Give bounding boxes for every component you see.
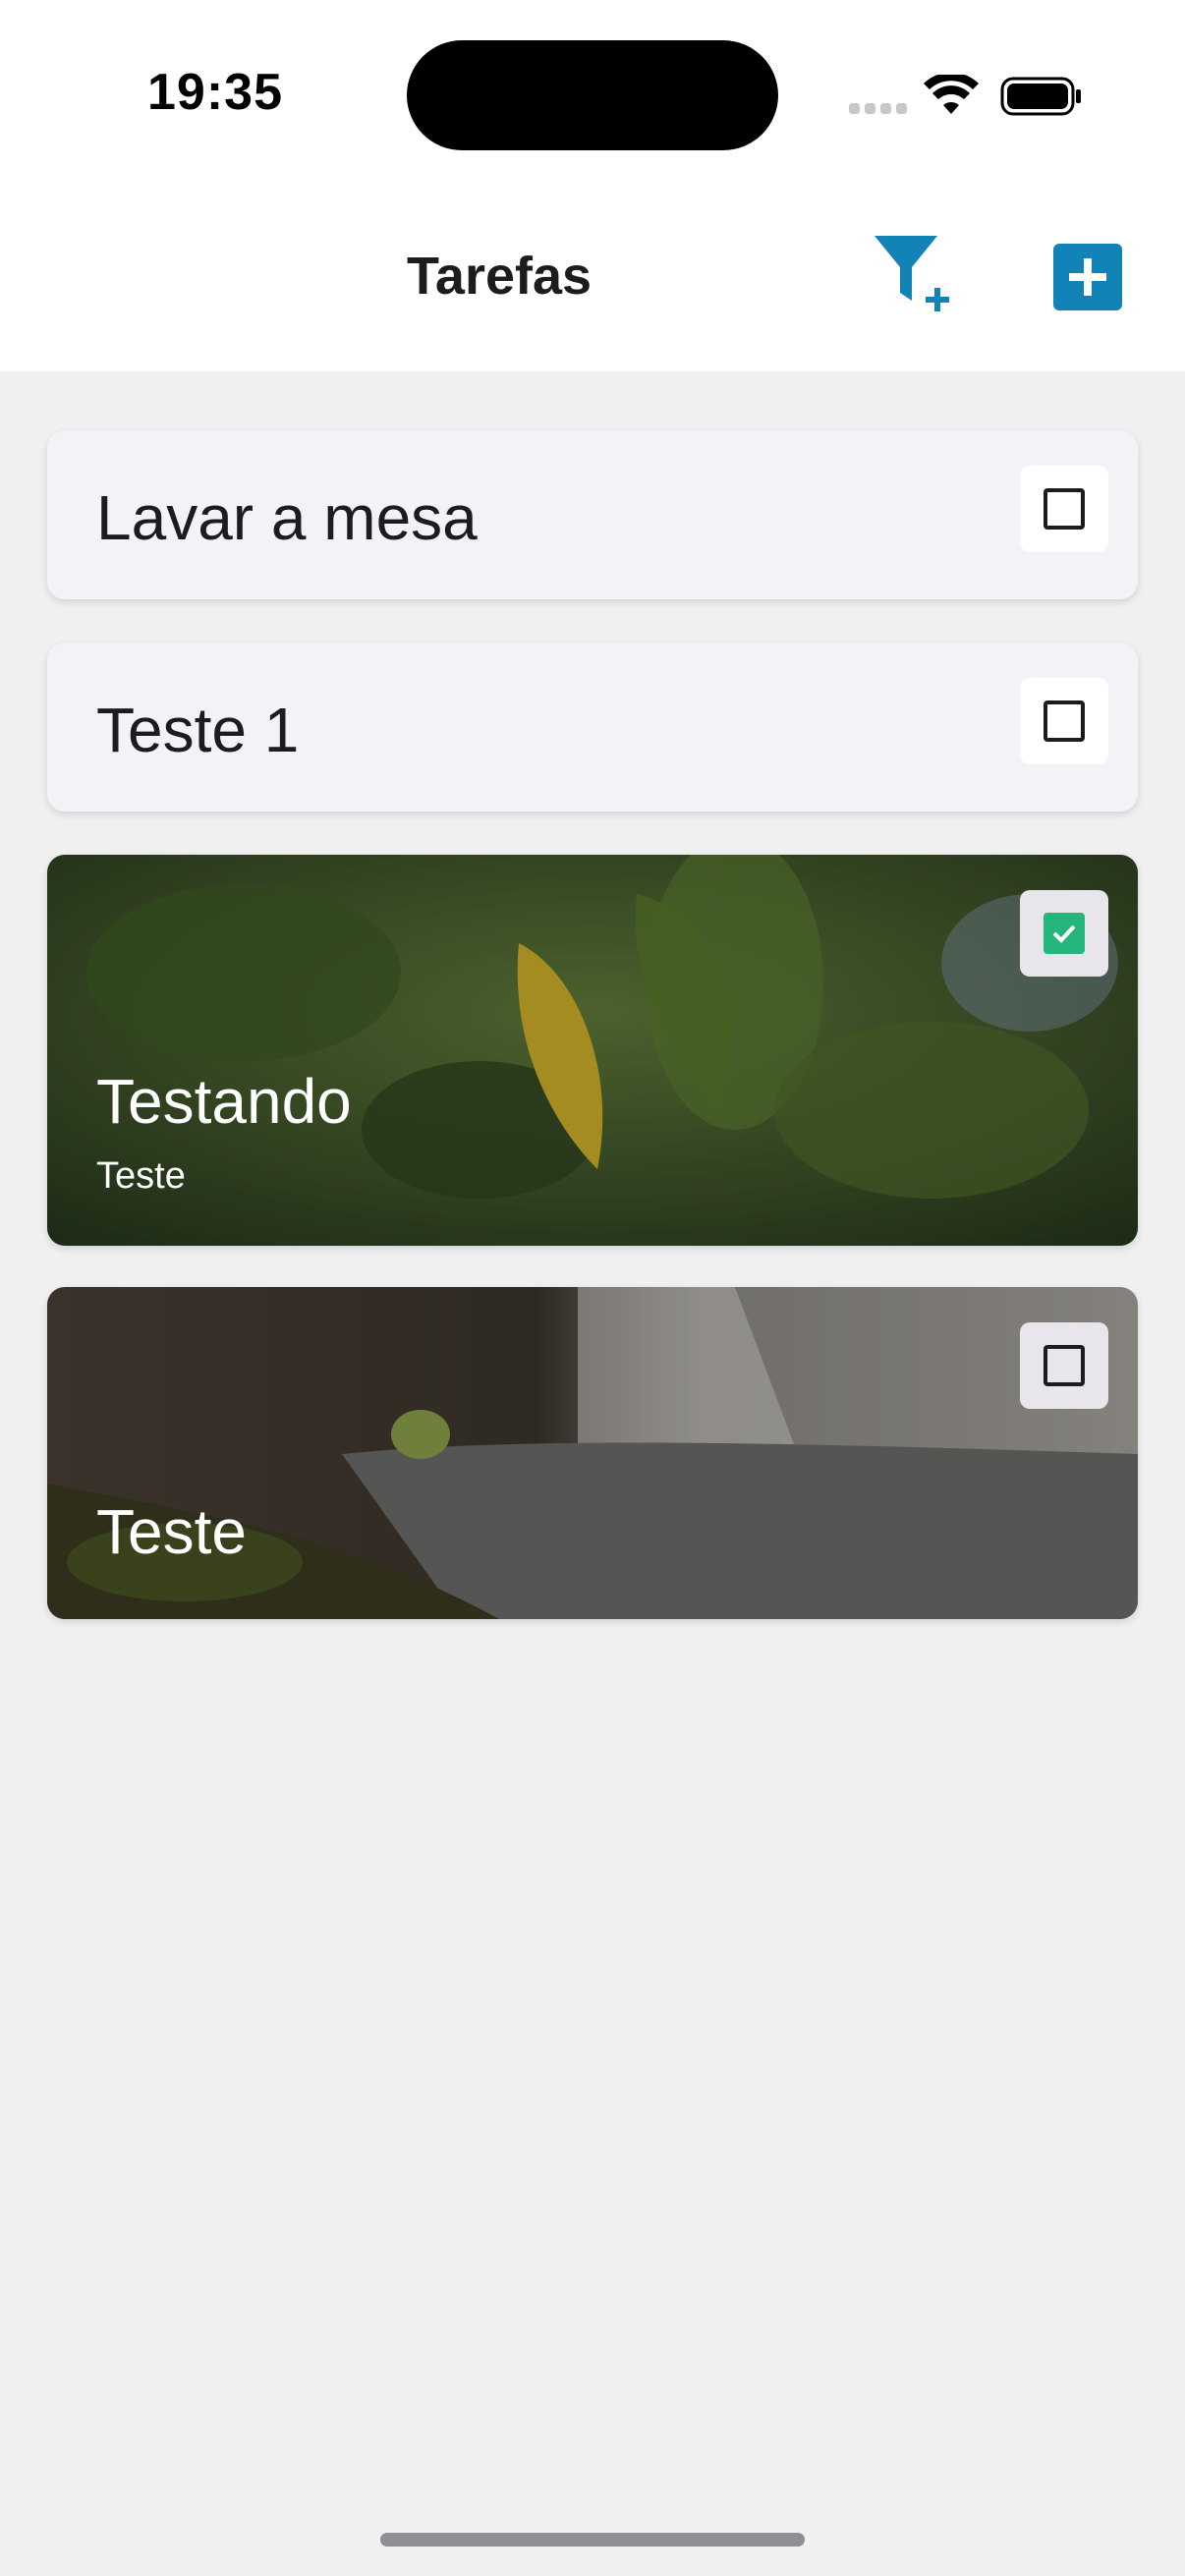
checkbox-unchecked-icon: [1044, 1345, 1085, 1386]
checkbox-checked-icon: [1044, 913, 1085, 954]
signal-icon: [849, 102, 908, 114]
task-title: Teste 1: [96, 695, 300, 765]
task-subtitle: Teste: [96, 1155, 186, 1197]
plus-icon: [1069, 258, 1106, 296]
task-checkbox[interactable]: [1020, 890, 1108, 977]
dynamic-island: [407, 40, 778, 150]
task-card-with-image[interactable]: Testando Teste: [47, 855, 1138, 1246]
battery-icon: [1000, 77, 1081, 116]
status-time: 19:35: [147, 64, 283, 121]
task-checkbox[interactable]: [1020, 1322, 1108, 1409]
task-background-image: [47, 1287, 1138, 1619]
task-card[interactable]: Lavar a mesa: [47, 430, 1138, 599]
task-card-with-image[interactable]: Teste: [47, 1287, 1138, 1619]
status-bar: 19:35: [0, 0, 1185, 187]
task-background-image: [47, 855, 1138, 1246]
task-title: Lavar a mesa: [96, 482, 478, 553]
task-card[interactable]: Teste 1: [47, 643, 1138, 812]
home-indicator: [380, 2533, 805, 2547]
add-task-button[interactable]: [1053, 244, 1122, 310]
page-title: Tarefas: [406, 247, 592, 306]
task-title: Teste: [96, 1496, 247, 1567]
navigation-bar: Tarefas: [0, 187, 1185, 371]
task-title: Testando: [96, 1066, 352, 1137]
wifi-icon: [924, 75, 979, 114]
checkbox-unchecked-icon: [1044, 488, 1085, 530]
task-list: Lavar a mesa Teste 1 Testando Teste Test…: [47, 430, 1138, 1619]
filter-plus-icon[interactable]: [875, 236, 961, 316]
checkbox-unchecked-icon: [1044, 700, 1085, 742]
task-checkbox[interactable]: [1020, 466, 1108, 552]
task-checkbox[interactable]: [1020, 678, 1108, 764]
